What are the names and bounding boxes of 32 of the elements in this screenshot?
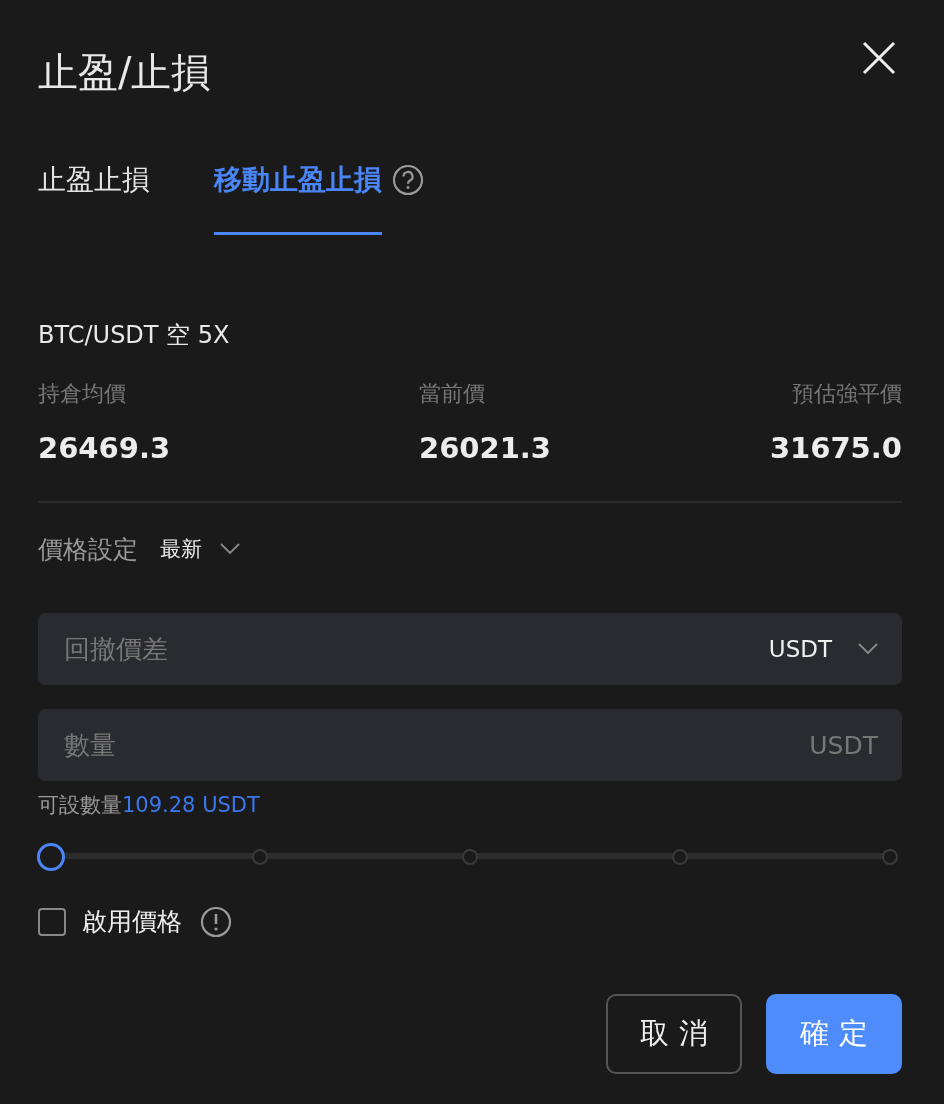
input-field[interactable]: 回撤價差 [62,633,769,665]
chevron-down-icon [858,643,878,655]
slider-thumb[interactable] [37,843,65,871]
available-amount: 109.28 USDT [122,793,260,817]
info-icon[interactable] [200,905,232,938]
slider-step-dot[interactable] [672,849,688,865]
checkbox[interactable] [38,907,66,936]
help-icon[interactable] [392,164,424,196]
input-field[interactable]: 數量 [62,729,810,761]
tab[interactable]: 移動止盈止損 [214,160,382,235]
tab[interactable]: 止盈止損 [38,160,150,235]
slider-step-dot[interactable] [252,849,268,865]
stat-value: 26021.3 [418,431,552,465]
unit-dropdown[interactable]: USDT [768,636,878,662]
cancel-button[interactable]: 取 消 [606,994,742,1074]
price-type-dropdown[interactable]: 最新 [160,535,240,563]
price-setting-label: 價格設定 [38,533,138,566]
slider-step-dot[interactable] [462,849,478,865]
close-icon[interactable] [862,41,896,75]
dialog-title: 止盈/止損 [38,48,212,97]
stat-label: 持倉均價 [38,380,127,408]
available-label: 可設數量 [38,793,122,817]
text-field[interactable]: 回撤價差 USDT [38,613,902,685]
stat-value: 31675.0 [769,431,902,465]
trading-pair: BTC/USDT 空 5X [38,320,231,351]
slider-step-dot[interactable] [882,849,898,865]
stat-label: 當前價 [418,380,486,408]
chevron-down-icon [220,543,240,555]
enable-price-label: 啟用價格 [82,906,182,938]
stat-value: 26469.3 [38,431,171,465]
unit-label: USDT [809,730,878,760]
stat-label: 預估強平價 [792,380,902,408]
